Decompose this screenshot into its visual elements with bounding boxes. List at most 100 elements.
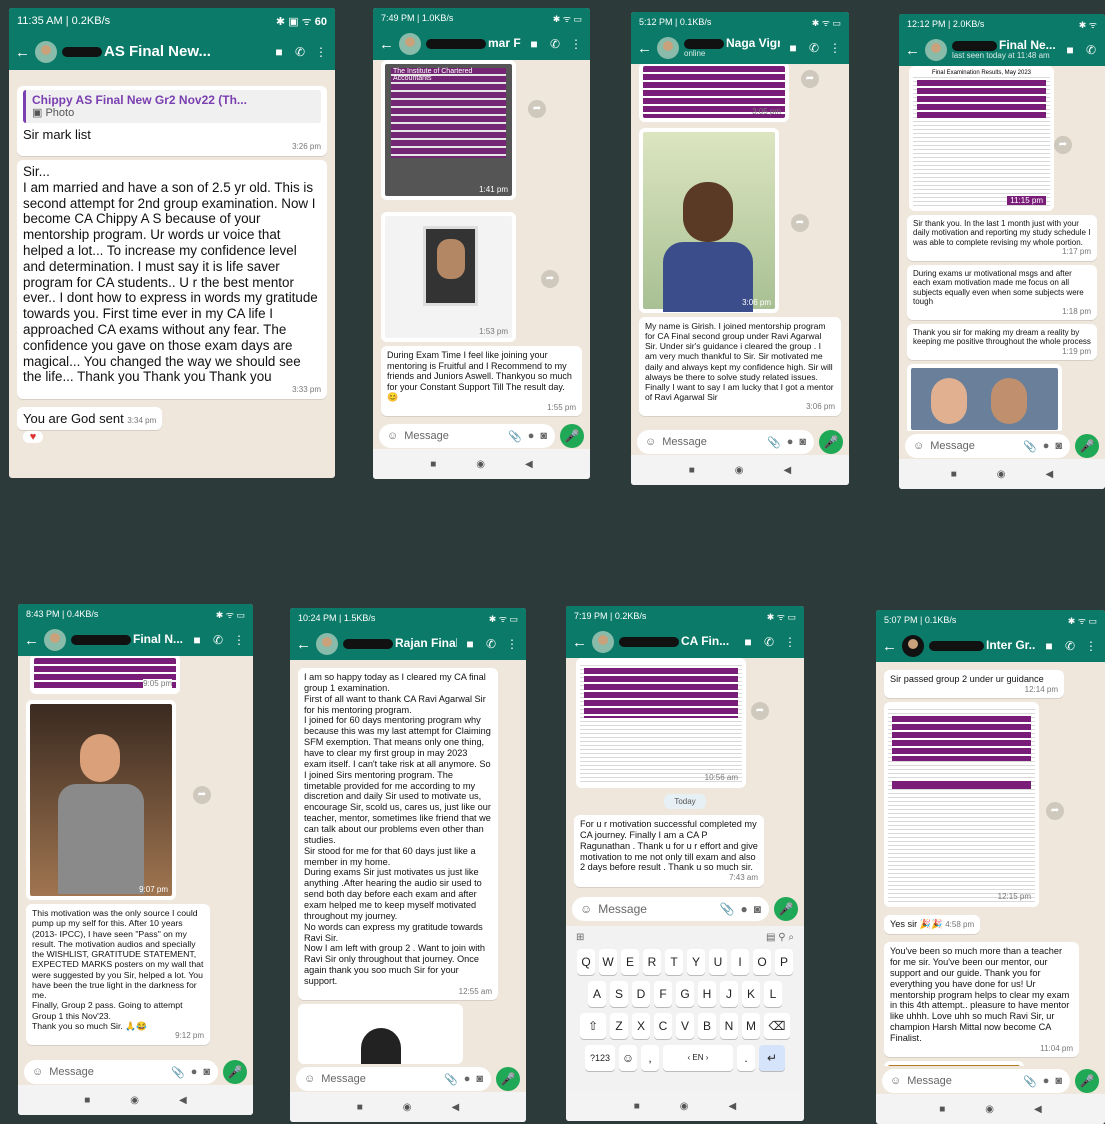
recents-icon[interactable]: ■ [951, 469, 957, 480]
home-icon[interactable]: ◉ [130, 1095, 139, 1106]
key-j[interactable]: J [720, 981, 738, 1007]
image-message[interactable]: 10:56 am [576, 658, 746, 788]
key-f[interactable]: F [654, 981, 672, 1007]
rupee-icon[interactable]: ● [191, 1066, 198, 1078]
home-icon[interactable]: ◉ [680, 1101, 689, 1112]
video-call-icon[interactable]: ■ [1062, 43, 1078, 57]
image-message[interactable] [884, 1061, 1024, 1066]
key-r[interactable]: R [643, 949, 661, 975]
back-arrow-icon[interactable]: ← [637, 40, 652, 57]
phone-call-icon[interactable]: ✆ [292, 45, 308, 59]
message-input[interactable]: ☺ Message 📎 ● ◙ [379, 424, 555, 448]
message-bubble[interactable]: During exams ur motivational msgs and af… [907, 264, 1097, 320]
camera-icon[interactable]: ◙ [1055, 440, 1062, 452]
keyboard-search-icon[interactable]: ⌕ [788, 932, 794, 943]
camera-icon[interactable]: ◙ [754, 902, 761, 916]
video-call-icon[interactable]: ■ [189, 633, 205, 647]
key-w[interactable]: W [599, 949, 617, 975]
mic-icon[interactable]: 🎤 [560, 424, 584, 448]
recents-icon[interactable]: ■ [689, 465, 695, 476]
period-key[interactable]: . [737, 1045, 755, 1071]
key-s[interactable]: S [610, 981, 628, 1007]
image-message[interactable] [907, 364, 1062, 431]
message-input[interactable]: ☺ Message 📎 ● ◙ [296, 1067, 491, 1091]
key-b[interactable]: B [698, 1013, 716, 1039]
emoji-icon[interactable]: ☺ [580, 902, 592, 916]
key-a[interactable]: A [588, 981, 606, 1007]
key-o[interactable]: O [753, 949, 771, 975]
rupee-icon[interactable]: ● [1043, 1075, 1050, 1087]
attach-icon[interactable]: 📎 [720, 902, 735, 916]
message-input[interactable]: ☺ Message 📎 ● ◙ [882, 1069, 1070, 1093]
emoji-icon[interactable]: ☺ [387, 430, 398, 442]
numbers-key[interactable]: ?123 [585, 1045, 615, 1071]
camera-icon[interactable]: ◙ [476, 1073, 483, 1085]
forward-icon[interactable]: ➦ [541, 270, 559, 288]
phone-call-icon[interactable]: ✆ [761, 635, 777, 649]
message-bubble[interactable]: Sir... I am married and have a son of 2.… [17, 159, 327, 399]
key-p[interactable]: P [775, 949, 793, 975]
key-u[interactable]: U [709, 949, 727, 975]
forward-icon[interactable]: ➦ [1054, 136, 1072, 154]
forward-icon[interactable]: ➦ [1046, 802, 1064, 820]
video-call-icon[interactable]: ■ [271, 45, 287, 59]
phone-call-icon[interactable]: ✆ [547, 37, 563, 51]
forward-icon[interactable]: ➦ [751, 702, 769, 720]
key-h[interactable]: H [698, 981, 716, 1007]
message-bubble[interactable]: You've been so much more than a teacher … [884, 942, 1079, 1058]
video-call-icon[interactable]: ■ [785, 41, 801, 55]
avatar[interactable] [925, 39, 947, 61]
back-nav-icon[interactable]: ◀ [525, 459, 533, 470]
forward-icon[interactable]: ➦ [193, 786, 211, 804]
forward-icon[interactable]: ➦ [791, 214, 809, 232]
back-arrow-icon[interactable]: ← [296, 636, 311, 653]
more-options-icon[interactable]: ⋮ [568, 37, 584, 51]
message-bubble[interactable]: Thank you sir for making my dream a real… [907, 323, 1097, 361]
attach-icon[interactable]: 📎 [508, 430, 522, 443]
camera-icon[interactable]: ◙ [540, 430, 547, 442]
message-bubble[interactable]: For u r motivation successful completed … [574, 815, 764, 887]
video-call-icon[interactable]: ■ [740, 635, 756, 649]
recents-icon[interactable]: ■ [430, 459, 436, 470]
quoted-message[interactable]: Chippy AS Final New Gr2 Nov22 (Th... ▣ P… [23, 90, 321, 124]
key-v[interactable]: V [676, 1013, 694, 1039]
avatar[interactable] [592, 631, 614, 653]
phone-call-icon[interactable]: ✆ [1062, 639, 1078, 653]
home-icon[interactable]: ◉ [403, 1102, 412, 1113]
attach-icon[interactable]: 📎 [1023, 440, 1037, 453]
emoji-icon[interactable]: ☺ [913, 440, 924, 452]
more-options-icon[interactable]: ⋮ [827, 41, 843, 55]
rupee-icon[interactable]: ● [1043, 440, 1050, 452]
enter-key[interactable]: ↵ [759, 1045, 785, 1071]
image-message[interactable]: 1:53 pm [381, 212, 516, 342]
keyboard-mic-icon[interactable]: ⚲ [778, 932, 785, 943]
message-bubble[interactable]: This motivation was the only source I co… [26, 904, 210, 1045]
forward-icon[interactable]: ➦ [528, 100, 546, 118]
video-call-icon[interactable]: ■ [526, 37, 542, 51]
emoji-key[interactable]: ☺ [619, 1045, 637, 1071]
camera-icon[interactable]: ◙ [799, 436, 806, 448]
avatar[interactable] [399, 33, 421, 55]
mic-icon[interactable]: 🎤 [223, 1060, 247, 1084]
image-message[interactable] [298, 1004, 463, 1064]
key-k[interactable]: K [742, 981, 760, 1007]
space-key[interactable]: ‹ EN › [663, 1045, 733, 1071]
avatar[interactable] [316, 633, 338, 655]
avatar[interactable] [44, 629, 66, 651]
rupee-icon[interactable]: ● [528, 430, 535, 442]
home-icon[interactable]: ◉ [476, 459, 485, 470]
emoji-icon[interactable]: ☺ [645, 436, 656, 448]
back-arrow-icon[interactable]: ← [882, 638, 897, 655]
back-arrow-icon[interactable]: ← [24, 632, 39, 649]
image-message[interactable]: Final Examination Results, May 2023 11:1… [909, 66, 1054, 211]
message-input[interactable]: ☺ Message 📎 ● ◙ [24, 1060, 218, 1084]
recents-icon[interactable]: ■ [357, 1102, 363, 1113]
video-call-icon[interactable]: ■ [462, 637, 478, 651]
rupee-icon[interactable]: ● [787, 436, 794, 448]
avatar[interactable] [657, 37, 679, 59]
back-nav-icon[interactable]: ◀ [729, 1101, 737, 1112]
mic-icon[interactable]: 🎤 [774, 897, 798, 921]
phone-call-icon[interactable]: ✆ [806, 41, 822, 55]
message-bubble[interactable]: Sir thank you. In the last 1 month just … [907, 215, 1097, 261]
message-input[interactable]: ☺ Message 📎 ● ◙ [572, 897, 769, 921]
